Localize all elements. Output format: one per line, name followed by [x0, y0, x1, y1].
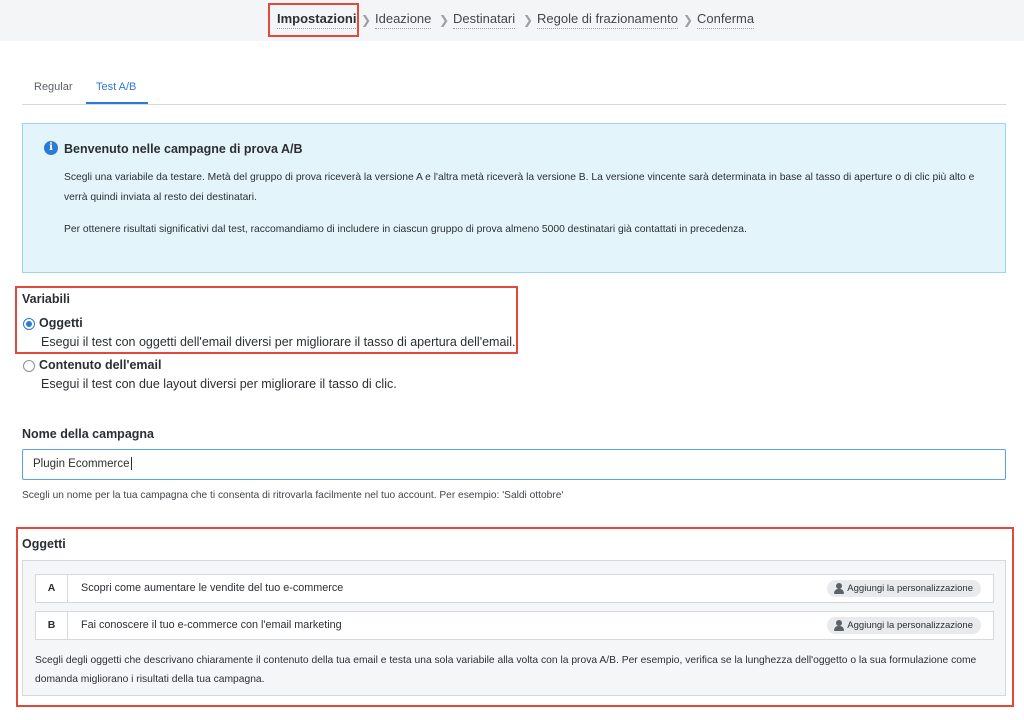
subject-letter: B [36, 612, 68, 639]
info-icon: i [44, 141, 58, 155]
campaign-type-tabs: Regular Test A/B [22, 72, 1006, 105]
subject-letter: A [36, 575, 68, 602]
subject-input-a[interactable]: Scopri come aumentare le vendite del tuo… [81, 575, 343, 602]
step-destinatari[interactable]: Destinatari [453, 11, 516, 29]
campaign-name-value: Plugin Ecommerce [33, 458, 130, 470]
add-personalization-button[interactable]: Aggiungi la personalizzazione [827, 617, 981, 634]
tab-regular[interactable]: Regular [34, 81, 73, 93]
subjects-label: Oggetti [22, 537, 66, 551]
active-tab-indicator [86, 102, 148, 104]
step-ideazione[interactable]: Ideazione [375, 11, 432, 29]
chevron-right-icon: ❯ [439, 13, 450, 27]
campaign-name-input[interactable]: Plugin Ecommerce [22, 449, 1006, 480]
campaign-name-help: Scegli un nome per la tua campagna che t… [22, 490, 564, 501]
add-personalization-label: Aggiungi la personalizzazione [847, 583, 973, 594]
step-regole-di-frazionamento[interactable]: Regole di frazionamento [537, 11, 678, 29]
info-paragraph-1: Scegli una variabile da testare. Metà de… [64, 172, 975, 203]
user-icon [834, 583, 845, 594]
stepper: Impostazioni ❯ Ideazione ❯ Destinatari ❯… [0, 0, 1024, 41]
subject-row-b: B Fai conoscere il tuo e-commerce con l'… [35, 611, 994, 640]
user-icon [834, 620, 845, 631]
info-title: Benvenuto nelle campagne di prova A/B [64, 142, 303, 156]
option-contenuto-description: Esegui il test con due layout diversi pe… [41, 377, 397, 391]
highlight-box-step [268, 3, 359, 37]
add-personalization-label: Aggiungi la personalizzazione [847, 620, 973, 631]
subjects-help: Scegli degli oggetti che descrivano chia… [35, 655, 977, 685]
add-personalization-button[interactable]: Aggiungi la personalizzazione [827, 580, 981, 597]
step-conferma[interactable]: Conferma [697, 11, 755, 29]
info-paragraph-2: Per ottenere risultati significativi dal… [64, 224, 747, 235]
radio-contenuto-email[interactable] [23, 360, 35, 372]
tab-test-ab[interactable]: Test A/B [96, 81, 136, 93]
option-contenuto-title[interactable]: Contenuto dell'email [39, 358, 161, 372]
subject-input-b[interactable]: Fai conoscere il tuo e-commerce con l'em… [81, 612, 342, 639]
ab-info-box: i Benvenuto nelle campagne di prova A/B … [22, 123, 1006, 273]
chevron-right-icon: ❯ [683, 13, 694, 27]
text-caret [130, 457, 132, 471]
chevron-right-icon: ❯ [523, 13, 534, 27]
highlight-box-variables [15, 286, 518, 354]
chevron-right-icon: ❯ [361, 13, 372, 27]
subject-row-a: A Scopri come aumentare le vendite del t… [35, 574, 994, 603]
campaign-name-label: Nome della campagna [22, 427, 154, 441]
